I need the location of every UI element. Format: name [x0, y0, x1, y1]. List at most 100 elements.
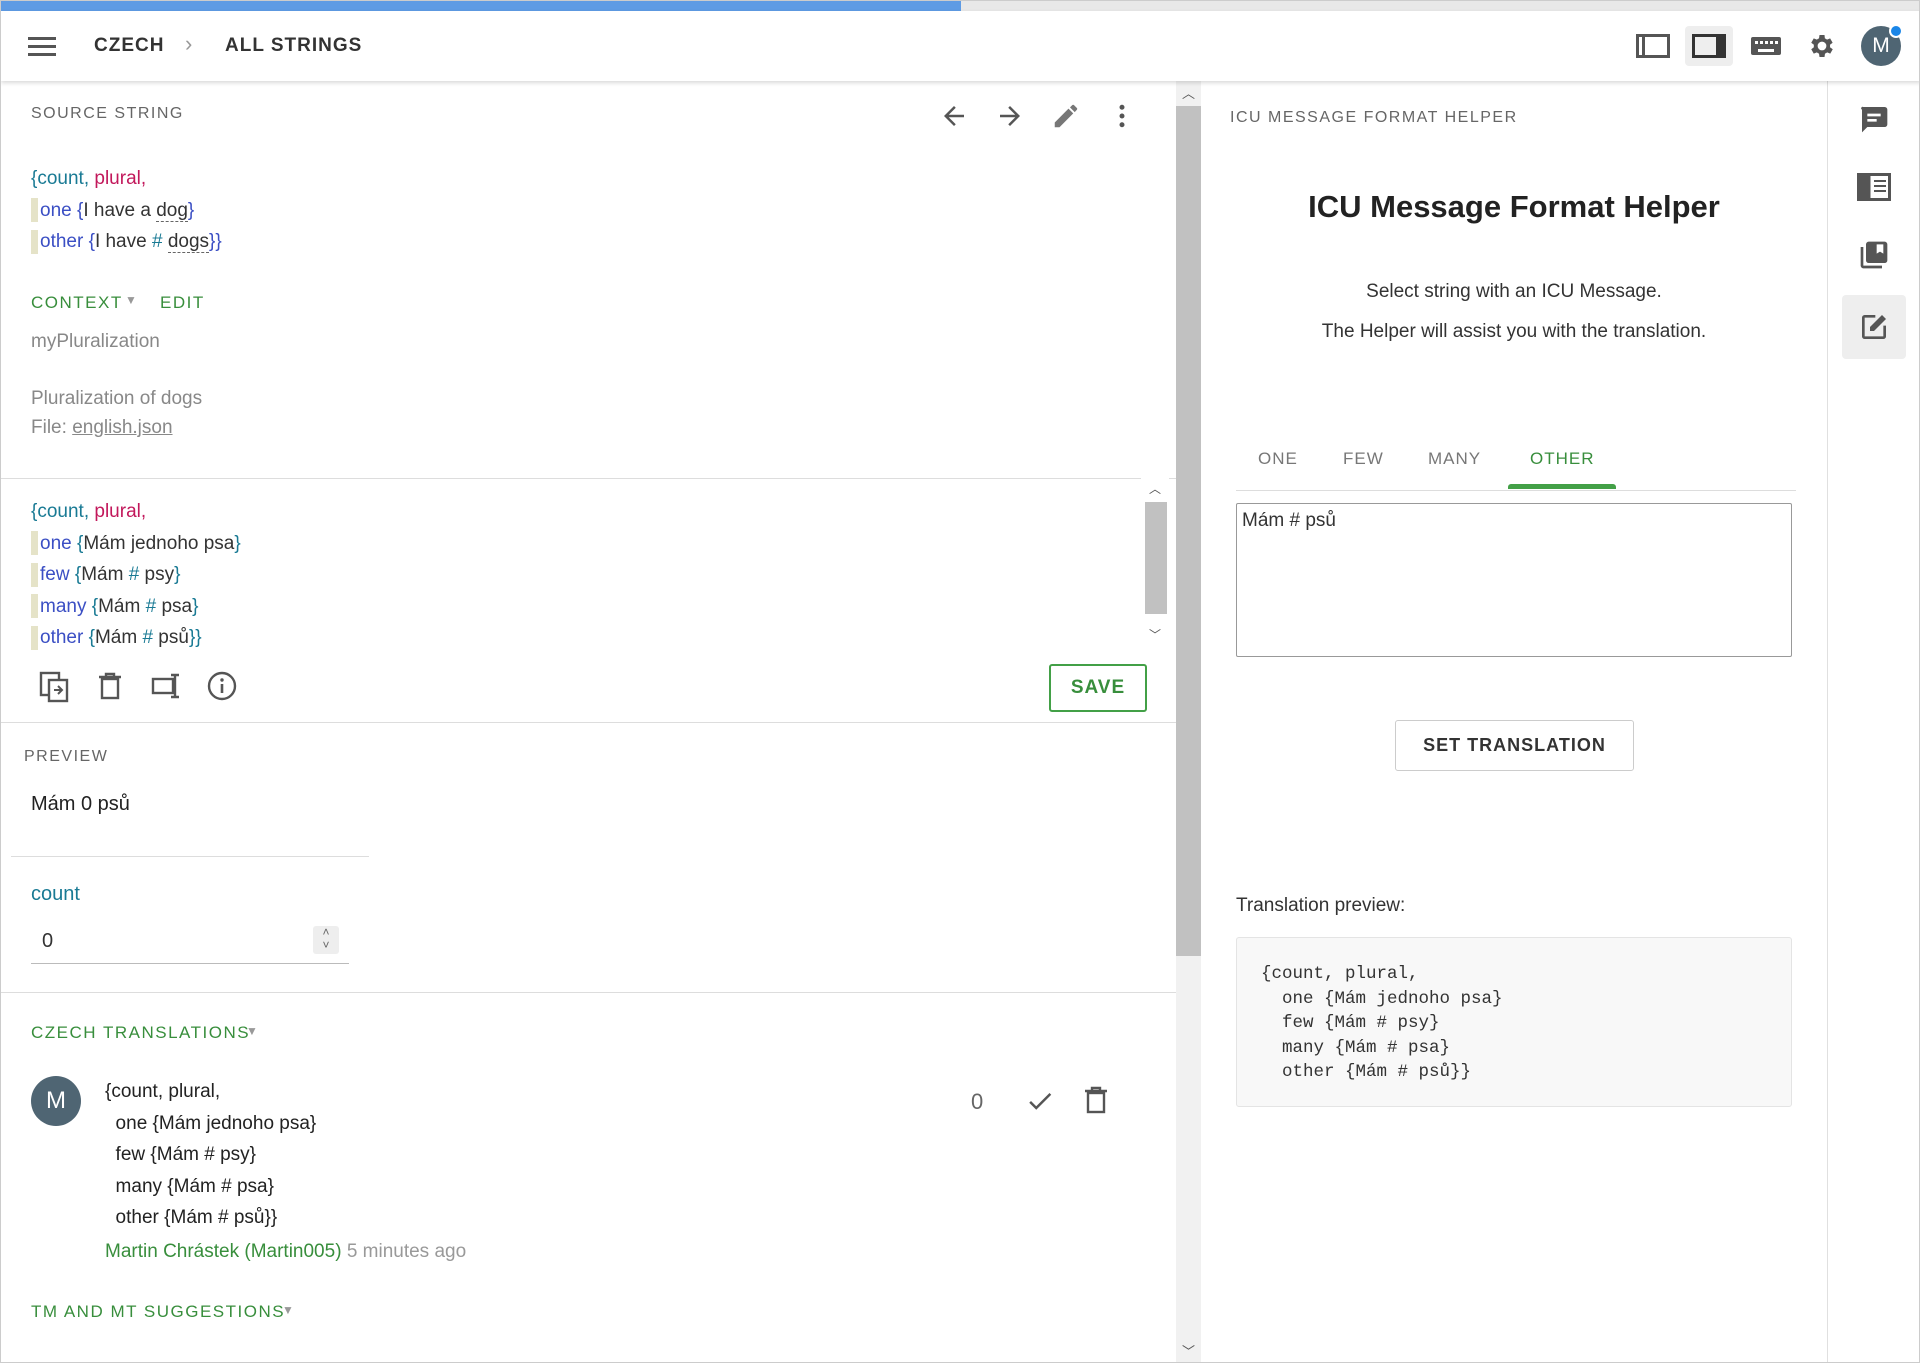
approve-checkmark-icon[interactable]: [1025, 1086, 1055, 1121]
editor-plural-key: other: [40, 627, 84, 648]
translations-caret-icon[interactable]: ▼: [246, 1024, 258, 1038]
divider: [1, 722, 1176, 723]
preview-code-line: {count, plural,: [1261, 964, 1419, 984]
clear-translation-trash-icon[interactable]: [97, 671, 123, 706]
source-string-label: SOURCE STRING: [31, 105, 184, 122]
next-string-arrow-icon[interactable]: [995, 101, 1025, 136]
editor-text: psy: [139, 564, 175, 585]
preview-code-line: one {Mám jednoho psa}: [1261, 988, 1503, 1009]
edit-pencil-icon[interactable]: [1051, 101, 1081, 136]
textarea-value: Mám # psů: [1242, 510, 1336, 531]
plural-form-textarea[interactable]: Mám # psů: [1236, 503, 1792, 657]
tab-one[interactable]: ONE: [1258, 449, 1298, 469]
top-bar: CZECH › ALL STRINGS M: [1, 11, 1919, 81]
editor-scroll-up-icon[interactable]: ︿: [1149, 480, 1161, 497]
indent-marker: [31, 531, 38, 556]
progress-fill: [1, 1, 961, 11]
source-arg: {count: [31, 168, 84, 189]
indent-marker: [31, 625, 38, 650]
file-info: File: english.json: [31, 417, 173, 439]
breadcrumb-view[interactable]: ALL STRINGS: [225, 35, 362, 57]
context-key: myPluralization: [31, 331, 160, 352]
translation-author[interactable]: Martin Chrástek (Martin005): [105, 1241, 342, 1262]
divider: [1, 478, 1176, 479]
editor-text: Mám: [98, 595, 146, 617]
editor-scroll-down-icon[interactable]: ﹀: [1149, 626, 1161, 643]
preview-code-line: few {Mám # psy}: [1261, 1013, 1440, 1033]
translator-avatar: M: [31, 1076, 81, 1126]
context-toggle[interactable]: CONTEXT: [31, 293, 123, 313]
source-placeable: #: [151, 231, 163, 252]
translation-editor[interactable]: {count, plural, one {Mám jednoho psa} few…: [31, 496, 241, 654]
scroll-down-icon[interactable]: ﹀: [1182, 1341, 1195, 1360]
copy-source-icon[interactable]: [39, 671, 69, 708]
source-brace: {: [71, 199, 84, 221]
editor-text: Mám: [94, 627, 143, 648]
tab-few[interactable]: FEW: [1343, 449, 1384, 469]
helper-section-label: ICU MESSAGE FORMAT HELPER: [1230, 109, 1518, 126]
editor-scrollbar[interactable]: ︿ ﹀: [1141, 478, 1169, 650]
settings-gear-icon[interactable]: [1798, 26, 1846, 66]
source-string: {count, plural, one {I have a dog} other…: [31, 163, 222, 258]
toggle-left-panel-icon[interactable]: [1629, 26, 1677, 66]
breadcrumb-locale[interactable]: CZECH: [94, 35, 164, 57]
suggestions-toggle[interactable]: TM AND MT SUGGESTIONS: [31, 1302, 285, 1322]
source-term[interactable]: dog: [156, 199, 188, 222]
context-caret-icon[interactable]: ▼: [125, 293, 137, 307]
file-link[interactable]: english.json: [72, 417, 172, 438]
editor-plural-key: few: [40, 564, 70, 585]
vote-count: 0: [971, 1089, 984, 1114]
machinery-icon[interactable]: [1842, 155, 1906, 219]
editor-brace: }: [174, 564, 181, 585]
tab-other[interactable]: OTHER: [1530, 449, 1595, 469]
scroll-up-icon[interactable]: ︿: [1182, 83, 1195, 102]
count-input[interactable]: 0 ˄ ˅: [31, 924, 349, 964]
editor-line-header: {count, plural,: [31, 496, 241, 528]
stepper-icon[interactable]: ˄ ˅: [313, 926, 339, 954]
user-avatar[interactable]: M: [1861, 24, 1903, 66]
toggle-right-panel-icon[interactable]: [1685, 26, 1733, 66]
source-comment: Pluralization of dogs: [31, 388, 203, 409]
tab-many[interactable]: MANY: [1428, 449, 1481, 469]
source-comma: ,: [83, 168, 95, 189]
set-translation-button[interactable]: SET TRANSLATION: [1395, 720, 1634, 771]
editor-text: Mám: [81, 564, 129, 585]
translator-avatar-initial: M: [46, 1087, 66, 1114]
translation-preview-box: {count, plural, one {Mám jednoho psa} fe…: [1236, 937, 1792, 1107]
hamburger-menu-icon[interactable]: [21, 29, 63, 63]
editor-comma: ,: [140, 501, 147, 522]
save-button[interactable]: SAVE: [1049, 664, 1147, 712]
active-tab-indicator: [1508, 484, 1616, 489]
icu-helper-icon[interactable]: [1842, 295, 1906, 359]
source-line-other: other {I have # dogs}}: [31, 226, 222, 258]
editor-line-other: other {Mám # psů}}: [31, 622, 241, 654]
translation-preview-label: Translation preview:: [1236, 895, 1406, 916]
editor-line-few: few {Mám # psy}: [31, 559, 241, 591]
main-scrollbar[interactable]: ︿ ﹀: [1176, 81, 1201, 1362]
editor-brace: }: [234, 532, 241, 554]
suggestions-caret-icon[interactable]: ▼: [282, 1303, 294, 1317]
editor-placeable: #: [145, 595, 157, 617]
delete-translation-trash-icon[interactable]: [1083, 1085, 1109, 1120]
progress-bar: [1, 1, 1919, 11]
more-options-icon[interactable]: [1107, 101, 1137, 136]
info-icon[interactable]: [207, 671, 237, 706]
translation-line: {count, plural,: [105, 1081, 221, 1102]
copy-other-locale-icon[interactable]: [151, 671, 183, 706]
icu-helper-panel: ICU MESSAGE FORMAT HELPER ICU Message Fo…: [1201, 81, 1827, 1362]
source-term[interactable]: dogs: [167, 231, 210, 253]
editor-brace: }}: [188, 627, 202, 648]
preview-text: Mám 0 psů: [31, 793, 130, 815]
main-scroll-thumb[interactable]: [1176, 106, 1201, 956]
editor-brace: {: [86, 595, 99, 617]
keyboard-shortcuts-icon[interactable]: [1742, 26, 1790, 66]
czech-translations-toggle[interactable]: CZECH TRANSLATIONS: [31, 1023, 250, 1043]
edit-context-link[interactable]: EDIT: [160, 293, 205, 313]
comments-icon[interactable]: [1842, 87, 1906, 151]
editor-line-one: one {Mám jednoho psa}: [31, 528, 241, 560]
previous-string-arrow-icon[interactable]: [939, 101, 969, 136]
editor-text: Mám jednoho psa: [83, 532, 235, 554]
editor-scroll-thumb[interactable]: [1145, 502, 1167, 614]
editor-brace: {: [83, 627, 95, 648]
resources-icon[interactable]: [1842, 223, 1906, 287]
